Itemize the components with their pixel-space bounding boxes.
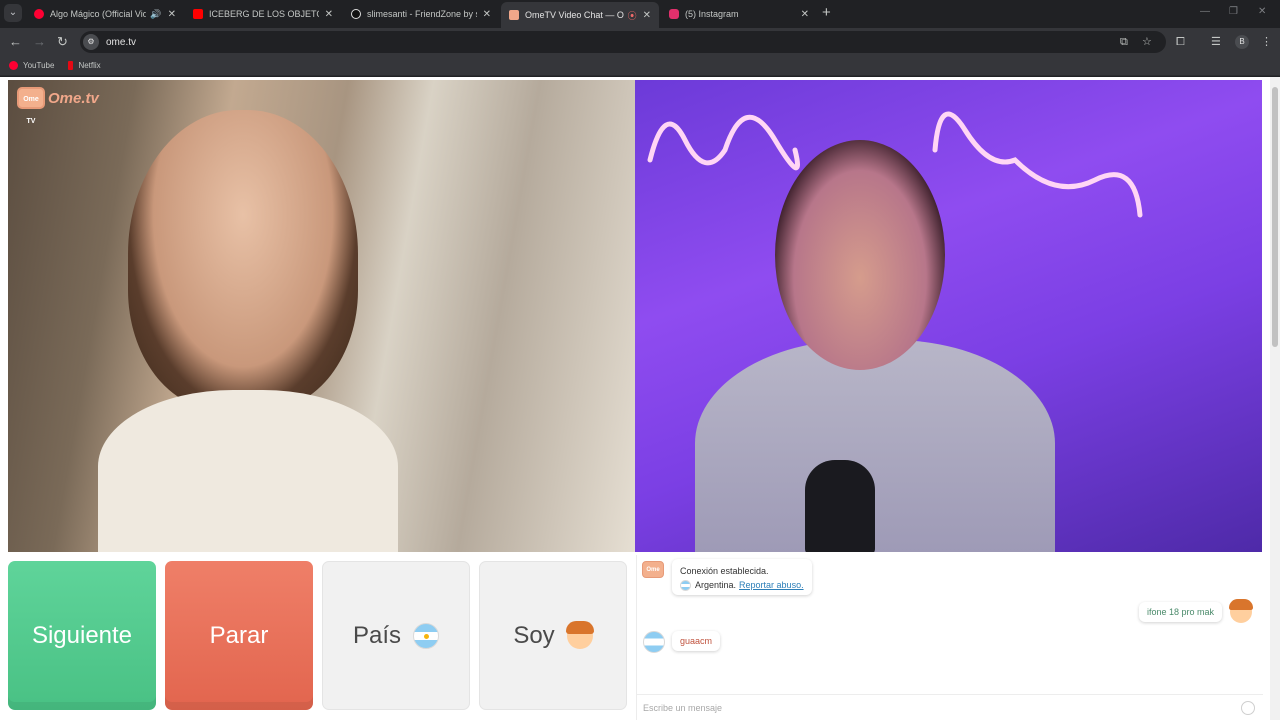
tab-iceberg[interactable]: ICEBERG DE LOS OBJETOS PERD ✕ <box>185 4 341 24</box>
report-abuse-link[interactable]: Reportar abuso. <box>739 578 804 592</box>
cast-icon[interactable]: ⧉ <box>1120 35 1128 49</box>
window-close-icon[interactable]: ✕ <box>1258 6 1266 17</box>
country-button-label: País <box>352 621 402 649</box>
profile-avatar[interactable]: B <box>1235 35 1249 49</box>
chat-input-bar <box>637 694 1263 720</box>
stranger-country-text: Argentina. <box>695 580 737 590</box>
stranger-message: guaacm <box>672 631 721 651</box>
close-icon[interactable]: ✕ <box>325 9 333 20</box>
new-tab-plus-icon[interactable]: + <box>822 5 831 21</box>
site-info-icon[interactable]: ⚙ <box>83 34 99 50</box>
next-button-label: Siguiente <box>31 621 133 649</box>
stranger-shirt <box>98 390 398 552</box>
url-text[interactable]: ome.tv <box>106 37 136 48</box>
bookmark-label: Netflix <box>78 61 101 70</box>
media-controls-icon[interactable]: ☰ <box>1211 35 1221 49</box>
scrollbar-thumb[interactable] <box>1272 87 1278 347</box>
argentina-flag-icon <box>413 622 440 649</box>
youtube-icon <box>193 9 203 19</box>
next-button[interactable]: Siguiente <box>8 561 156 710</box>
bookmark-label: YouTube <box>23 61 55 70</box>
close-icon[interactable]: ✕ <box>643 10 651 21</box>
microphone <box>805 460 875 552</box>
gender-button-label: Soy <box>513 621 555 649</box>
close-icon[interactable]: ✕ <box>168 9 176 20</box>
reload-icon[interactable]: ↻ <box>57 34 68 50</box>
emoji-icon[interactable] <box>1241 701 1255 715</box>
extensions-puzzle-icon[interactable]: ⧠ <box>1176 35 1185 49</box>
country-select-button[interactable]: País <box>322 561 470 710</box>
country-line: Argentina. Reportar abuso. <box>680 578 804 592</box>
back-arrow-icon[interactable]: ← <box>9 34 22 50</box>
forward-arrow-icon[interactable]: → <box>33 34 46 50</box>
bookmarks-bar: YouTube Netflix <box>0 56 1280 76</box>
stranger-flag-avatar-icon <box>643 631 665 653</box>
tab-title: ICEBERG DE LOS OBJETOS PERD <box>209 9 319 19</box>
close-icon[interactable]: ✕ <box>483 9 491 20</box>
stranger-figure <box>128 110 358 410</box>
ometv-logo-text: Ome.tv <box>48 89 99 107</box>
boy-avatar-icon <box>565 620 594 649</box>
tab-title: (5) Instagram <box>685 9 739 19</box>
netflix-icon <box>68 61 74 70</box>
tab-slimesanti[interactable]: slimesanti - FriendZone by slim ✕ <box>343 4 499 24</box>
tab-strip: ⌄ Algo Mágico (Official Video 🔊 ✕ ICEBER… <box>0 0 1280 28</box>
speaker-icon[interactable]: 🔊 <box>150 9 161 20</box>
stranger-video: Ome TV Ome.tv <box>8 80 635 552</box>
tab-ometv[interactable]: OmeTV Video Chat — Ome ⦿ ✕ <box>501 2 659 28</box>
stop-button[interactable]: Parar <box>165 561 313 710</box>
ometv-page: Ome TV Ome.tv Siguiente Parar País Soy O… <box>0 77 1280 720</box>
connection-status-text: Conexión establecida. <box>680 566 769 576</box>
ometv-icon <box>509 10 519 20</box>
neon-light-decoration <box>647 111 1143 218</box>
my-message: ifone 18 pro mak <box>1138 602 1222 622</box>
more-menu-icon[interactable]: ⋮ <box>1261 35 1272 49</box>
ometv-logo: Ome TV Ome.tv <box>17 87 99 125</box>
argentina-flag-icon <box>680 579 691 591</box>
system-message: Conexión establecida. Argentina. Reporta… <box>672 559 812 595</box>
tiktok-icon <box>351 9 361 19</box>
stop-button-label: Parar <box>209 621 269 649</box>
gender-select-button[interactable]: Soy <box>479 561 627 710</box>
message-input[interactable] <box>643 702 1223 713</box>
close-icon[interactable]: ✕ <box>801 9 809 20</box>
youtube-icon <box>9 61 18 70</box>
tab-title: OmeTV Video Chat — Ome <box>525 10 624 20</box>
ometv-system-avatar: Ome TV <box>642 561 664 590</box>
recording-icon: ⦿ <box>627 10 637 21</box>
bookmark-youtube[interactable]: YouTube <box>9 61 54 70</box>
address-bar[interactable]: ⚙ ome.tv <box>80 31 1166 53</box>
restore-icon[interactable]: ❐ <box>1229 6 1238 17</box>
chat-panel: Ome TV Conexión establecida. Argentina. … <box>636 555 1263 720</box>
instagram-icon <box>669 9 679 19</box>
youtube-music-icon <box>34 9 44 19</box>
bookmark-netflix[interactable]: Netflix <box>68 61 101 70</box>
self-video <box>635 80 1262 552</box>
minimize-icon[interactable]: — <box>1200 6 1210 17</box>
browser-toolbar: ← → ↻ ⚙ ome.tv ⧉ ☆ ⧠ ☰ B ⋮ <box>0 28 1280 56</box>
self-figure <box>775 140 945 370</box>
self-shirt <box>695 340 1055 552</box>
my-avatar-icon <box>1229 599 1253 623</box>
tab-title: Algo Mágico (Official Video <box>50 9 147 19</box>
tab-instagram[interactable]: (5) Instagram ✕ <box>661 4 817 24</box>
ometv-logo-badge: Ome TV <box>17 87 45 125</box>
tab-search-chevron-icon[interactable]: ⌄ <box>4 4 22 22</box>
tab-title: slimesanti - FriendZone by slim <box>367 9 477 19</box>
page-scrollbar[interactable] <box>1270 77 1280 720</box>
tab-algo-magico[interactable]: Algo Mágico (Official Video 🔊 ✕ <box>26 4 184 24</box>
bookmark-star-icon[interactable]: ☆ <box>1142 35 1152 49</box>
